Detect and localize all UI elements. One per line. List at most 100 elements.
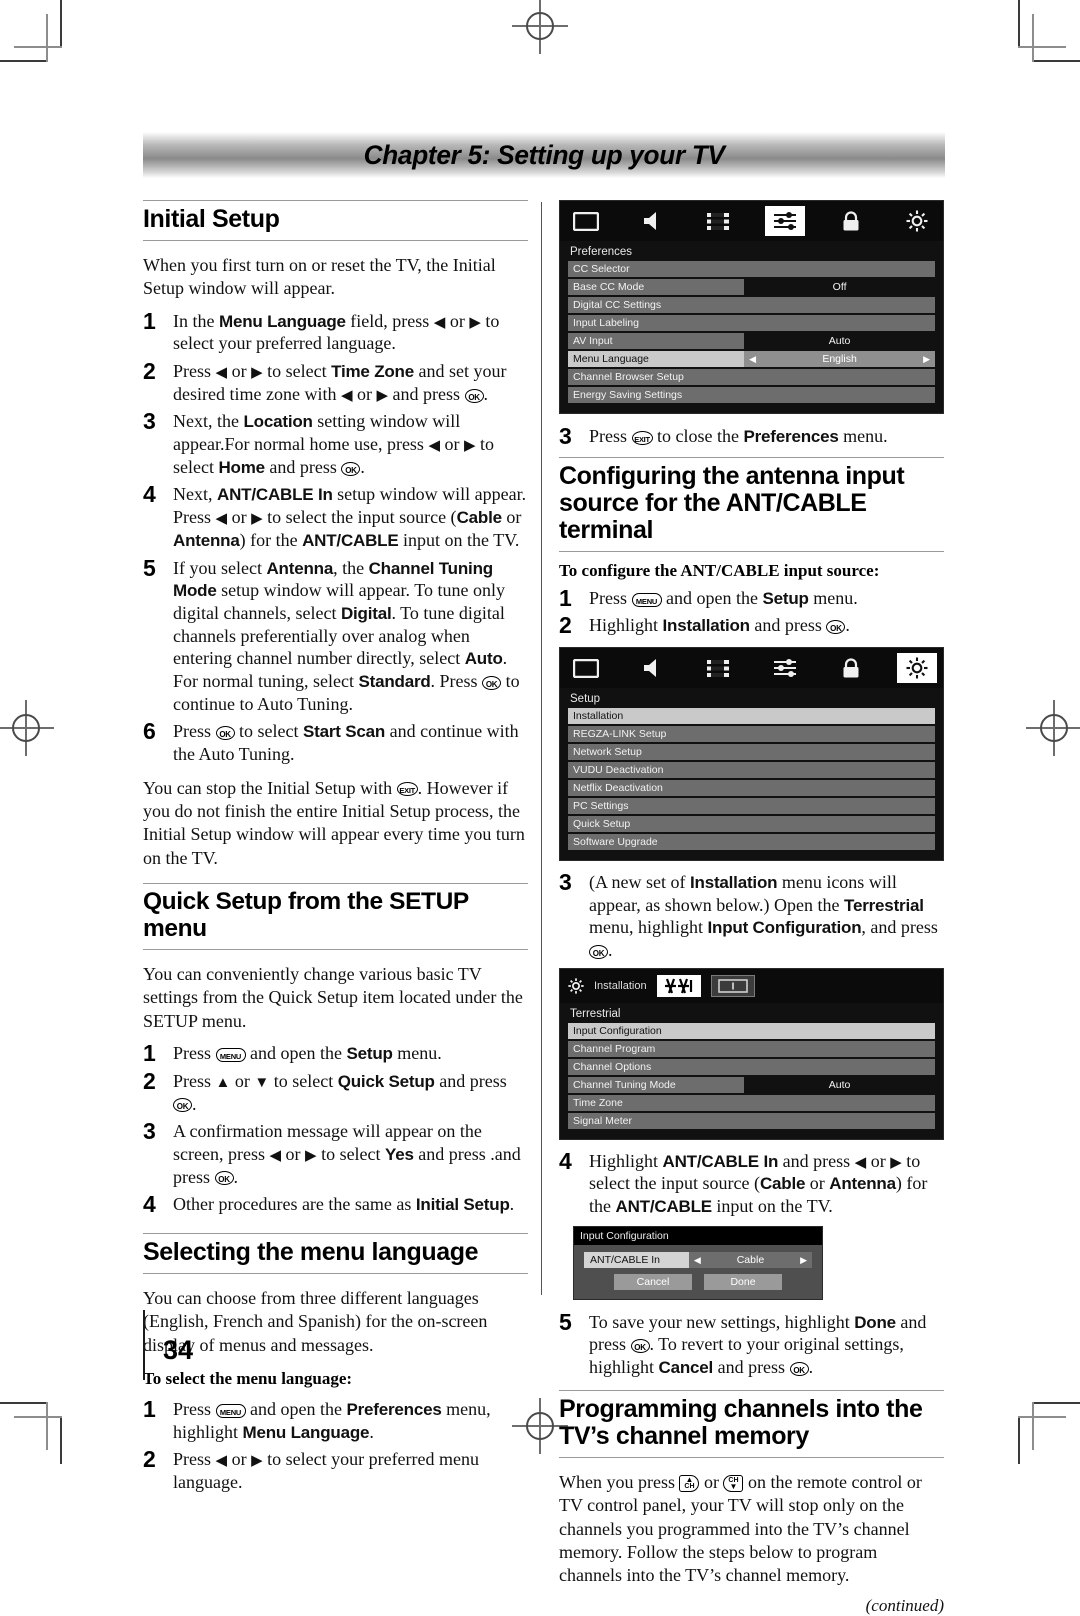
bleed-mark-bottom-left-horizontal	[14, 1416, 62, 1418]
ant-cable-in-row[interactable]: ANT/CABLE In ◀ Cable ▶	[584, 1251, 812, 1268]
osd-row[interactable]: Input Labeling	[568, 315, 935, 331]
left-arrow-icon[interactable]: ◀	[694, 1252, 701, 1268]
step-text: Press MENU and open the Preferences menu…	[173, 1399, 491, 1442]
highlight-ant-cable-step: 4 Highlight ANT/CABLE In and press ◀ or ▶…	[559, 1147, 944, 1218]
channel-icon[interactable]	[698, 653, 738, 683]
osd-row[interactable]: PC Settings	[568, 798, 935, 815]
osd-installation-label: Installation	[594, 979, 647, 992]
crop-mark-bottom-left-horizontal	[0, 1402, 48, 1404]
crop-mark-top-left-horizontal	[0, 60, 48, 62]
osd-row[interactable]: Channel Options	[568, 1058, 935, 1075]
step-text: Press MENU and open the Setup menu.	[173, 1043, 442, 1064]
crop-mark-bottom-right-horizontal	[1032, 1402, 1080, 1404]
bleed-mark-bottom-right-horizontal	[1018, 1416, 1066, 1418]
sound-icon[interactable]	[632, 653, 672, 683]
osd-row-value[interactable]: Auto	[744, 333, 935, 349]
manual-page: Chapter 5: Setting up your TV Initial Se…	[135, 110, 945, 1615]
channel-icon[interactable]	[698, 206, 738, 236]
osd-row[interactable]: REGZA-LINK Setup	[568, 726, 935, 743]
input-icon[interactable]	[710, 974, 755, 997]
menu-language-intro: You can choose from three different lang…	[143, 1287, 488, 1355]
osd-row[interactable]: Base CC Mode Off	[568, 279, 935, 295]
osd-row[interactable]: Installation	[568, 708, 935, 725]
osd-row-value-text: English	[822, 353, 857, 365]
sound-icon[interactable]	[632, 206, 672, 236]
osd-row-value[interactable]: Off	[744, 279, 935, 295]
osd-row[interactable]: Software Upgrade	[568, 834, 935, 851]
ant-cable-in-value[interactable]: ◀ Cable ▶	[688, 1251, 812, 1268]
osd-installation: Installation Terrestrial Input Configura…	[559, 967, 944, 1140]
osd-setup-body: Setup Installation REGZA-LINK Setup Networ…	[560, 688, 943, 860]
locks-icon[interactable]	[831, 206, 871, 236]
step-item: 2 Press ▲ or ▼ to select Quick Setup and …	[143, 1068, 528, 1115]
step-text: Next, the Location setting window will a…	[173, 411, 495, 477]
crop-mark-bottom-left-vertical	[60, 1416, 62, 1464]
picture-icon[interactable]	[566, 653, 606, 683]
setup-icon[interactable]	[897, 206, 937, 236]
osd-row[interactable]: Quick Setup	[568, 816, 935, 833]
osd-row-label: Installation	[573, 710, 624, 723]
osd-row[interactable]: Menu Language ◀ English ▶	[568, 351, 935, 367]
bleed-mark-bottom-right-vertical	[1032, 1402, 1034, 1450]
right-arrow-icon[interactable]: ▶	[800, 1252, 807, 1268]
osd-row[interactable]: Input Configuration	[568, 1022, 935, 1039]
osd-row-label: Channel Browser Setup	[573, 371, 684, 383]
registration-mark-top-center	[512, 0, 568, 54]
step-item: 5 If you select Antenna, the Channel Tuni…	[143, 555, 528, 716]
osd-row[interactable]: Network Setup	[568, 744, 935, 761]
step-text: Press ◀ or ▶ to select Time Zone and set…	[173, 361, 507, 404]
step-text: (A new set of Installation menu icons wi…	[589, 872, 938, 961]
step-item: 4 Next, ANT/CABLE In setup window will ap…	[143, 481, 528, 551]
osd-row-label: Energy Saving Settings	[573, 389, 683, 401]
preferences-icon[interactable]	[765, 653, 805, 683]
cancel-button[interactable]: Cancel	[614, 1273, 692, 1290]
osd-row-value[interactable]: Auto	[744, 1076, 935, 1093]
osd-row[interactable]: Signal Meter	[568, 1112, 935, 1129]
quick-setup-intro: You can conveniently change various basi…	[143, 964, 523, 1031]
osd-preferences-title: Preferences	[570, 246, 633, 258]
osd-setup-iconbar	[560, 648, 943, 689]
osd-row-label: Channel Options	[573, 1060, 652, 1073]
osd-row[interactable]: Time Zone	[568, 1094, 935, 1111]
step-number: 3	[143, 1118, 156, 1145]
picture-icon[interactable]	[566, 206, 606, 236]
osd-row-label: Software Upgrade	[573, 836, 658, 849]
osd-setup-title: Setup	[570, 693, 601, 706]
osd-row[interactable]: Energy Saving Settings	[568, 387, 935, 403]
preferences-icon[interactable]	[764, 206, 805, 236]
step-text: Press OK to select Start Scan and contin…	[173, 721, 519, 764]
initial-setup-intro: When you first turn on or reset the TV, …	[143, 255, 496, 299]
chapter-banner: Chapter 5: Setting up your TV	[143, 132, 945, 178]
osd-row[interactable]: Channel Program	[568, 1040, 935, 1057]
osd-row[interactable]: Channel Tuning Mode Auto	[568, 1076, 935, 1093]
continued-note: (continued)	[865, 1595, 944, 1615]
step-number: 4	[559, 1147, 572, 1174]
osd-row[interactable]: Digital CC Settings	[568, 297, 935, 313]
osd-row[interactable]: CC Selector	[568, 261, 935, 277]
step-item: 2 Press ◀ or ▶ to select Time Zone and se…	[143, 358, 528, 405]
right-arrow-icon[interactable]: ▶	[923, 351, 930, 367]
antenna-icon[interactable]	[656, 974, 701, 997]
done-button[interactable]: Done	[704, 1273, 782, 1290]
setup-icon	[568, 978, 584, 994]
osd-row-label: Netflix Deactivation	[573, 782, 663, 795]
osd-row-label: Input Configuration	[573, 1024, 662, 1037]
dialog-buttons: Cancel Done	[584, 1273, 812, 1290]
osd-row[interactable]: VUDU Deactivation	[568, 762, 935, 779]
osd-row[interactable]: Netflix Deactivation	[568, 780, 935, 797]
quick-setup-steps: 1 Press MENU and open the Setup menu. 2 Pre…	[143, 1040, 528, 1217]
setup-icon[interactable]	[896, 653, 937, 684]
left-arrow-icon[interactable]: ◀	[749, 351, 756, 367]
osd-installation-rows: Input Configuration Channel Program Channe…	[568, 1022, 935, 1129]
osd-row[interactable]: Channel Browser Setup	[568, 369, 935, 385]
step-item: 2 Press ◀ or ▶ to select your preferred m…	[143, 1446, 528, 1493]
osd-preferences-iconbar	[560, 201, 943, 241]
osd-row[interactable]: AV Input Auto	[568, 333, 935, 349]
step-item: 3 Next, the Location setting window will …	[143, 408, 528, 478]
osd-row-value[interactable]: ◀ English ▶	[744, 351, 935, 367]
step-text: Next, ANT/CABLE In setup window will app…	[173, 484, 527, 550]
locks-icon[interactable]	[831, 653, 871, 683]
bleed-mark-top-right-vertical	[1032, 14, 1034, 62]
subheading-select-menu-language: To select the menu language:	[143, 1369, 353, 1389]
column-divider	[541, 202, 542, 1295]
